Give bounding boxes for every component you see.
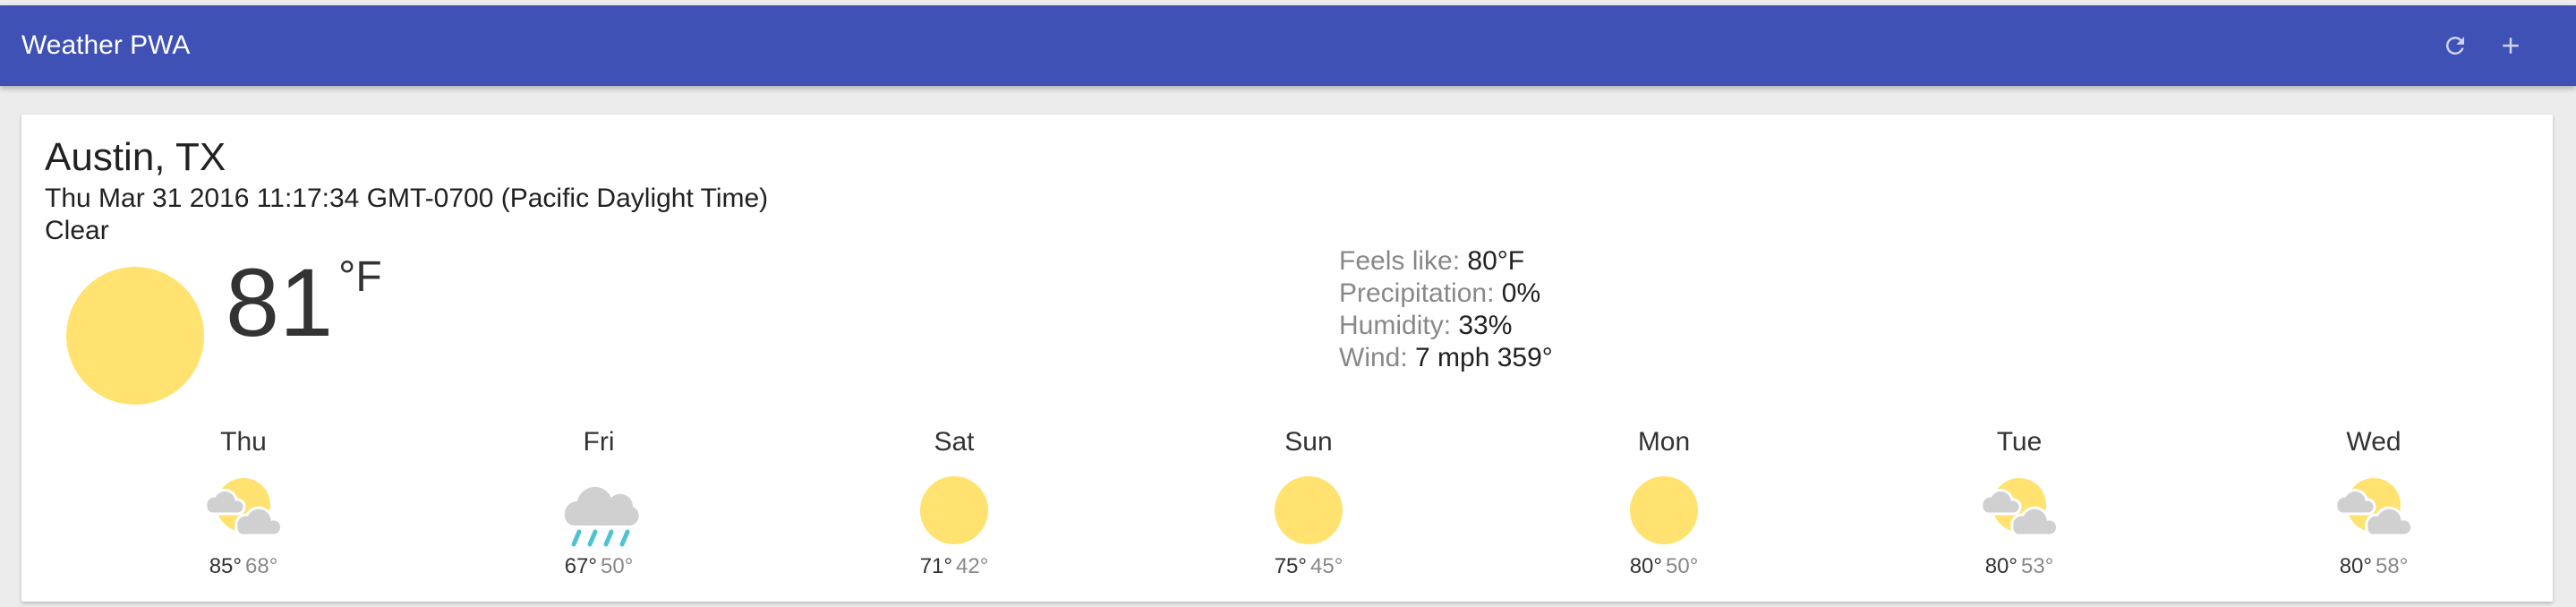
forecast-day: Tue 80° 53° <box>1930 426 2109 587</box>
temperature-scale: °F <box>338 253 382 301</box>
day-name: Tue <box>1996 427 2043 457</box>
day-temperature: 67° 50° <box>509 553 688 580</box>
plus-icon <box>2497 32 2524 59</box>
wind-row: Wind: 7 mph 359° <box>1339 342 1553 374</box>
precipitation-row: Precipitation: 0% <box>1339 278 1553 310</box>
humidity-label: Humidity: <box>1339 311 1452 340</box>
temp-high: 67° <box>564 554 597 578</box>
forecast-day: Sun 75° 45° <box>1219 426 1398 587</box>
day-name: Sat <box>934 427 975 457</box>
clear-day-icon <box>1266 467 1352 553</box>
partly-cloudy-icon <box>200 467 286 553</box>
humidity-value: 33% <box>1458 311 1513 340</box>
temp-low: 53° <box>2021 554 2054 578</box>
feels-like-value: 80°F <box>1467 246 1525 276</box>
day-temperature: 71° 42° <box>865 553 1044 580</box>
day-temperature: 75° 45° <box>1219 553 1398 580</box>
partly-cloudy-icon <box>1976 467 2062 553</box>
wind-label: Wind: <box>1339 343 1408 372</box>
day-temperature: 80° 58° <box>2284 553 2463 580</box>
forecast-day: Sat 71° 42° <box>865 426 1044 587</box>
day-name: Mon <box>1637 427 1691 457</box>
refresh-icon <box>2442 32 2469 59</box>
day-name: Thu <box>220 427 267 457</box>
temp-low: 50° <box>601 554 634 578</box>
date: Thu Mar 31 2016 11:17:34 GMT-0700 (Pacif… <box>45 184 769 213</box>
day-temperature: 85° 68° <box>154 553 333 580</box>
temp-low: 58° <box>2376 554 2409 578</box>
location: Austin, TX <box>45 135 226 179</box>
day-temperature: 80° 50° <box>1574 553 1753 580</box>
weather-card: Austin, TX Thu Mar 31 2016 11:17:34 GMT-… <box>21 115 2553 602</box>
weather-description: Clear <box>45 216 109 245</box>
app-header: Weather PWA <box>0 5 2576 86</box>
day-name: Fri <box>583 427 615 457</box>
temp-low: 45° <box>1310 554 1343 578</box>
temperature-value: 81 <box>226 248 334 356</box>
forecast-day: Fri 67° 50° <box>509 426 688 587</box>
precipitation-value: 0% <box>1501 278 1541 308</box>
feels-like-label: Feels like: <box>1339 246 1461 276</box>
add-city-button[interactable] <box>2488 23 2533 68</box>
feels-like-row: Feels like: 80°F <box>1339 245 1553 278</box>
day-name: Sun <box>1284 427 1333 457</box>
rain-icon <box>556 467 642 553</box>
clear-day-icon <box>911 467 997 553</box>
temp-low: 68° <box>245 554 278 578</box>
forecast-day: Wed 80° 58° <box>2284 426 2463 587</box>
precipitation-label: Precipitation: <box>1339 278 1495 308</box>
temp-high: 71° <box>919 554 952 578</box>
temp-high: 80° <box>1984 554 2017 578</box>
temp-high: 85° <box>209 554 242 578</box>
forecast-day: Thu 85° 68° <box>154 426 333 587</box>
wind-value: 7 mph 359° <box>1415 343 1553 372</box>
refresh-button[interactable] <box>2433 23 2478 68</box>
weather-details: Feels like: 80°F Precipitation: 0% Humid… <box>1339 245 1553 374</box>
current-temperature: 81 °F <box>226 249 382 356</box>
temp-high: 80° <box>2339 554 2372 578</box>
day-temperature: 80° 53° <box>1930 553 2109 580</box>
temp-high: 75° <box>1274 554 1307 578</box>
forecast: Thu 85° 68° Fri 67° 50° Sat 71° 42° Sun … <box>21 426 2553 587</box>
temp-low: 42° <box>956 554 989 578</box>
temp-high: 80° <box>1629 554 1662 578</box>
day-name: Wed <box>2346 427 2401 457</box>
clear-day-icon <box>66 267 204 405</box>
partly-cloudy-icon <box>2331 467 2417 553</box>
humidity-row: Humidity: 33% <box>1339 310 1553 342</box>
temp-low: 50° <box>1666 554 1699 578</box>
forecast-day: Mon 80° 50° <box>1574 426 1753 587</box>
clear-day-icon <box>1621 467 1707 553</box>
app-title: Weather PWA <box>21 30 191 60</box>
